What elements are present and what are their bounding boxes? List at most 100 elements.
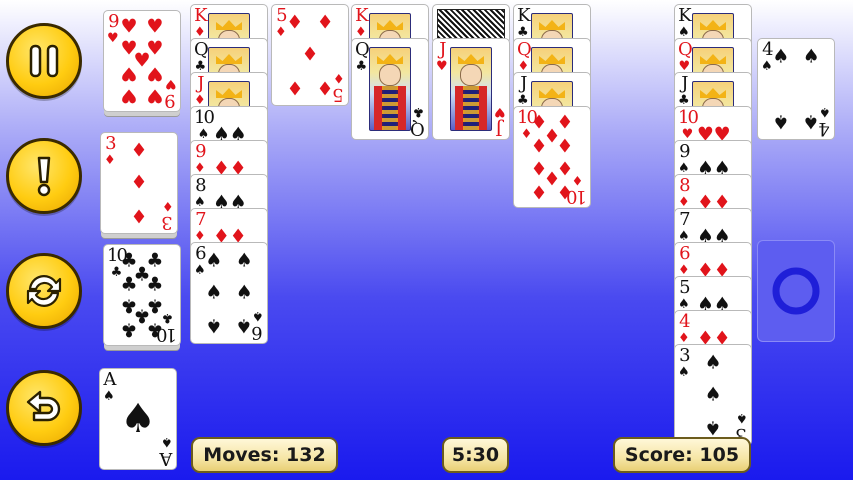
reserve-card-1[interactable]: 9 ♥ 9 ♥ ♥ ♥ ♥ ♥ ♥ ♥ ♥ ♥ ♥ bbox=[103, 10, 181, 112]
refresh-icon bbox=[26, 275, 62, 307]
tableau6-card-11-pips: ♠ ♠ ♠ bbox=[675, 345, 751, 445]
card-rank: K bbox=[678, 5, 692, 26]
tableau5-card-4[interactable]: 10 ♦ 10 ♦ ♦ ♦ ♦ ♦ ♦ ♦ ♦ ♦ ♦ ♦ bbox=[513, 106, 591, 208]
suit-pip-icon: ♠ bbox=[205, 281, 223, 304]
suit-pip-icon: ♥ bbox=[146, 15, 164, 38]
card-rank: J bbox=[497, 118, 503, 139]
suit-pip-icon: ♦ bbox=[301, 43, 319, 66]
card-rank: Q bbox=[678, 39, 693, 60]
card-back-pattern bbox=[437, 9, 505, 39]
reserve-card-1-pips: ♥ ♥ ♥ ♥ ♥ ♥ ♥ ♥ ♥ bbox=[104, 11, 180, 111]
tableau5-card-4-pips: ♦ ♦ ♦ ♦ ♦ ♦ ♦ ♦ ♦ ♦ bbox=[514, 107, 590, 207]
suit-pip-icon: ♠ bbox=[802, 45, 820, 68]
hint-icon bbox=[37, 156, 51, 197]
suit-pip-icon: ♦ bbox=[130, 204, 148, 227]
reserve-card-2-pips: ♦ ♦ ♦ bbox=[101, 133, 177, 233]
suit-pip-icon: ♦ bbox=[130, 139, 148, 162]
suit-pip-icon: ♠ bbox=[802, 110, 820, 133]
suit-pip-icon: ♣ bbox=[120, 318, 138, 341]
tableau4-card-1[interactable]: J ♥ J ♥ bbox=[432, 38, 510, 140]
suit-pip-icon: ♦ bbox=[316, 76, 334, 99]
card-rank: K bbox=[194, 5, 208, 26]
tableau6-card-1-index: K ♠ bbox=[678, 5, 692, 40]
pause-icon bbox=[29, 44, 59, 78]
suit-pip-icon: ♦ bbox=[286, 76, 304, 99]
card-rank: K bbox=[517, 5, 531, 26]
suit-pip-icon: ♠ bbox=[205, 314, 223, 337]
tableau2-card-1-pips: ♦ ♦ ♦ ♦ ♦ bbox=[272, 5, 348, 105]
tableau6-card-2-index: Q ♥ bbox=[678, 39, 693, 74]
tableau5-card-3-index: J ♣ bbox=[517, 73, 529, 108]
suit-pip-icon: ♠ bbox=[205, 249, 223, 272]
suit-pip-icon: ♥ bbox=[146, 62, 164, 85]
suit-pip-icon: ♦ bbox=[286, 11, 304, 34]
tableau6-card-3-index: J ♣ bbox=[678, 73, 690, 108]
suit-pip-icon: ♥ bbox=[120, 15, 138, 38]
suit-pip-icon: ♦ bbox=[530, 180, 548, 203]
tableau1-card-1-index: K ♦ bbox=[194, 5, 208, 40]
suit-pip-icon: ♦ bbox=[556, 135, 574, 158]
card-rank: K bbox=[355, 5, 369, 26]
undo-icon bbox=[26, 390, 61, 422]
card-rank: Q bbox=[517, 39, 532, 60]
reserve-card-4[interactable]: A ♠ A ♠ ♠ bbox=[99, 368, 177, 470]
pause-button[interactable] bbox=[6, 23, 82, 99]
tableau6-card-11[interactable]: 3 ♠ 3 ♠ ♠ ♠ ♠ bbox=[674, 344, 752, 446]
empty-cell-slot[interactable] bbox=[757, 240, 835, 342]
suit-pip-icon: ♠ bbox=[235, 314, 253, 337]
refresh-button[interactable] bbox=[6, 253, 82, 329]
suit-pip-icon: ♠ bbox=[704, 351, 722, 374]
card-rank: Q bbox=[412, 118, 425, 139]
suit-pip-icon: ♦ bbox=[530, 135, 548, 158]
suit-pip-icon: ♠ bbox=[772, 110, 790, 133]
card-suit-icon: ♥ bbox=[436, 59, 448, 74]
card-rank: J bbox=[681, 73, 688, 94]
suit-pip-icon: ♣ bbox=[120, 273, 138, 296]
tableau4-card-1-face-art bbox=[450, 47, 492, 131]
reserve-card-3[interactable]: 10 ♣ 10 ♣ ♣ ♣ ♣ ♣ ♣ ♣ ♣ ♣ ♣ ♣ bbox=[103, 244, 181, 346]
hint-button[interactable] bbox=[6, 138, 82, 214]
tableau3-card-1-index: K ♦ bbox=[355, 5, 369, 40]
card-rank: J bbox=[197, 73, 204, 94]
card-rank: J bbox=[520, 73, 527, 94]
suit-pip-icon: ♠ bbox=[772, 45, 790, 68]
free-cell-card[interactable]: 4 ♠ 4 ♠ ♠ ♠ ♠ ♠ bbox=[757, 38, 835, 140]
suit-pip-icon: ♠ bbox=[704, 383, 722, 406]
suit-pip-icon: ♠ bbox=[235, 281, 253, 304]
reserve-card-4-pips: ♠ bbox=[100, 369, 176, 469]
free-cell-card-pips: ♠ ♠ ♠ ♠ bbox=[758, 39, 834, 139]
tableau3-card-2-index: Q ♣ bbox=[355, 39, 370, 74]
tableau4-card-1-index: J ♥ bbox=[436, 39, 448, 74]
score-display: Score: 105 bbox=[613, 437, 751, 473]
card-suit-icon: ♣ bbox=[412, 104, 425, 119]
tableau1-card-8[interactable]: 6 ♠ 6 ♠ ♠ ♠ ♠ ♠ ♠ ♠ bbox=[190, 242, 268, 344]
tableau1-card-3-index: J ♦ bbox=[194, 73, 206, 108]
suit-pip-icon: ♣ bbox=[146, 273, 164, 296]
tableau4-card-1-index-bottom: J ♥ bbox=[494, 104, 506, 139]
card-rank: J bbox=[439, 39, 446, 60]
reserve-card-3-pips: ♣ ♣ ♣ ♣ ♣ ♣ ♣ ♣ ♣ ♣ bbox=[104, 245, 180, 345]
card-suit-icon: ♣ bbox=[355, 59, 368, 74]
moves-counter: Moves: 132 bbox=[191, 437, 338, 473]
suit-pip-icon: ♦ bbox=[130, 171, 148, 194]
tableau3-card-2-index-bottom: Q ♣ bbox=[412, 104, 425, 139]
tableau3-card-2[interactable]: Q ♣ Q ♣ bbox=[351, 38, 429, 140]
undo-button[interactable] bbox=[6, 370, 82, 446]
suit-pip-icon: ♥ bbox=[146, 84, 164, 107]
tableau1-card-2-index: Q ♣ bbox=[194, 39, 209, 74]
ring-icon bbox=[772, 267, 820, 315]
tableau1-card-8-pips: ♠ ♠ ♠ ♠ ♠ ♠ bbox=[191, 243, 267, 343]
suit-pip-icon: ♠ bbox=[120, 396, 156, 442]
suit-pip-icon: ♣ bbox=[146, 318, 164, 341]
tableau2-card-1[interactable]: 5 ♦ 5 ♦ ♦ ♦ ♦ ♦ ♦ bbox=[271, 4, 349, 106]
suit-pip-icon: ♠ bbox=[235, 249, 253, 272]
tableau5-card-1-index: K ♣ bbox=[517, 5, 531, 40]
card-rank: Q bbox=[355, 39, 370, 60]
suit-pip-icon: ♦ bbox=[556, 180, 574, 203]
card-rank: Q bbox=[194, 39, 209, 60]
suit-pip-icon: ♠ bbox=[704, 416, 722, 439]
tableau3-card-2-face-art bbox=[369, 47, 411, 131]
timer: 5:30 bbox=[442, 437, 509, 473]
card-suit-icon: ♥ bbox=[494, 104, 506, 119]
reserve-card-2[interactable]: 3 ♦ 3 ♦ ♦ ♦ ♦ bbox=[100, 132, 178, 234]
